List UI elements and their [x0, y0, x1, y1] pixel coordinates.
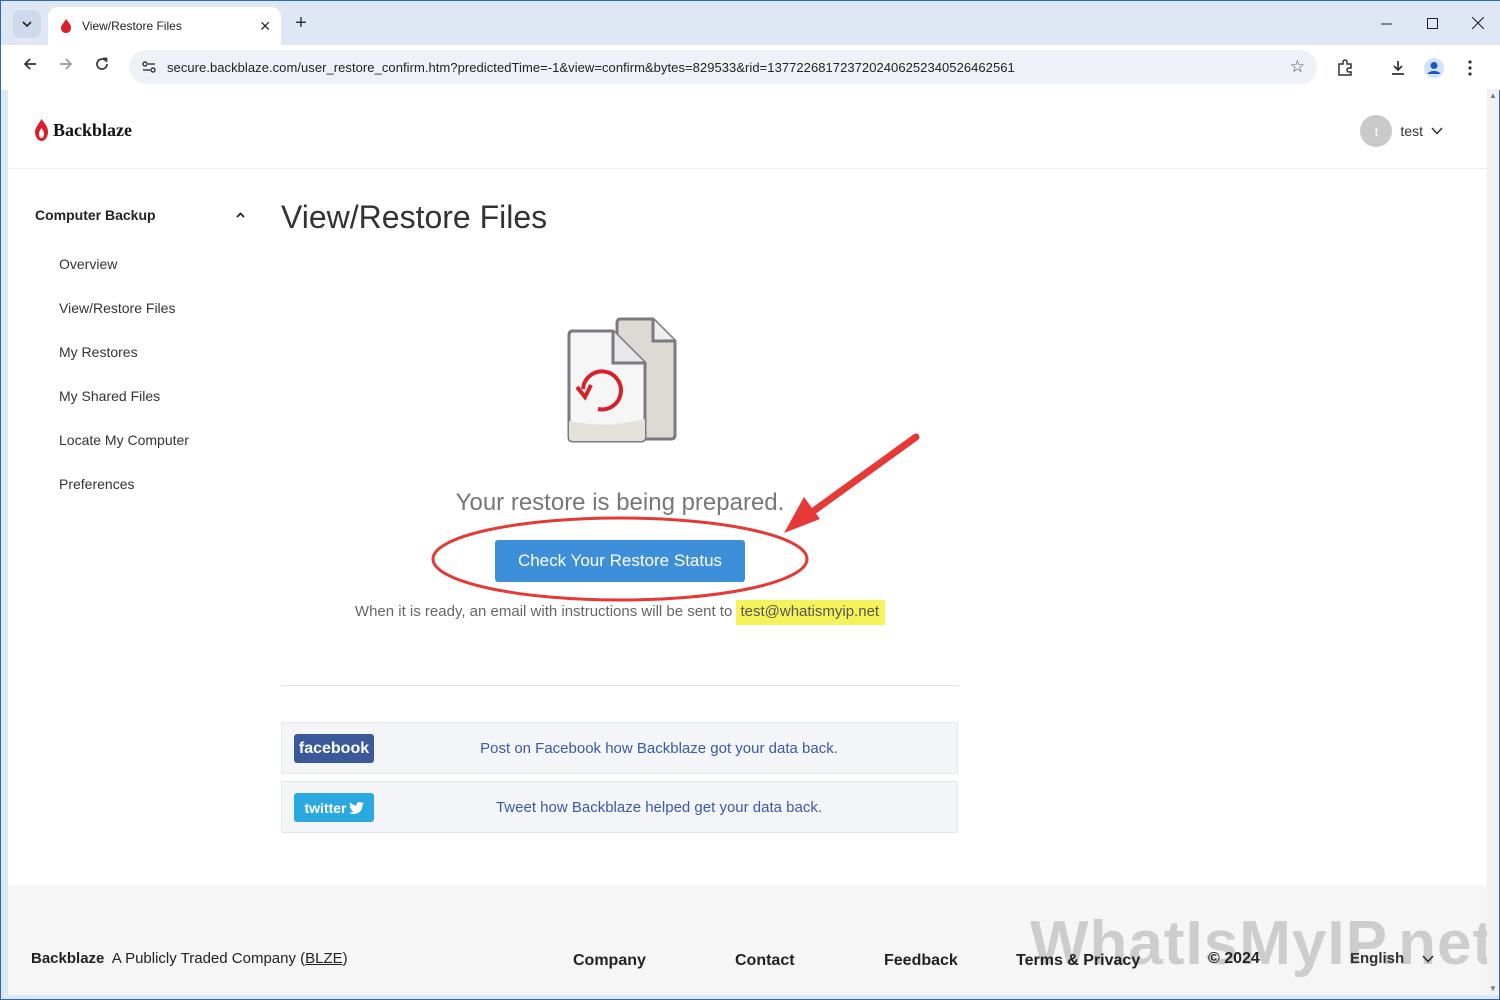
more-menu-icon[interactable]	[1457, 55, 1483, 81]
share-facebook-link[interactable]: Post on Facebook how Backblaze got your …	[374, 740, 944, 757]
sidebar-item-preferences[interactable]: Preferences	[59, 476, 134, 492]
footer-link-terms-privacy[interactable]: Terms & Privacy	[1016, 952, 1140, 970]
footer-tagline-suffix: )	[342, 950, 348, 967]
minimize-icon[interactable]	[1363, 1, 1409, 45]
email-notice-text: When it is ready, an email with instruct…	[354, 603, 733, 620]
twitter-bird-icon	[348, 801, 364, 814]
share-twitter-row[interactable]: twitter Tweet how Backblaze helped get y…	[281, 781, 958, 833]
language-label: English	[1350, 950, 1405, 967]
site-header: Backblaze t test	[8, 89, 1487, 169]
browser-toolbar: secure.backblaze.com/user_restore_confir…	[1, 45, 1500, 90]
page-scrollbar[interactable]: ▲ ▼	[1487, 89, 1499, 995]
footer: WhatIsMyIP.net Backblaze A Publicly Trad…	[8, 885, 1487, 995]
sidebar-item-my-restores[interactable]: My Restores	[59, 344, 138, 360]
tab-search-button[interactable]	[13, 10, 41, 38]
footer-brand-name: Backblaze	[31, 950, 105, 967]
chevron-up-icon	[236, 212, 245, 218]
twitter-badge-label: twitter	[304, 799, 347, 816]
sidebar-item-overview[interactable]: Overview	[59, 256, 117, 272]
close-icon[interactable]: ✕	[259, 18, 271, 35]
twitter-badge: twitter	[294, 793, 374, 822]
close-window-icon[interactable]	[1455, 1, 1500, 45]
email-notice: When it is ready, an email with instruct…	[281, 600, 959, 625]
chevron-down-icon	[22, 21, 32, 27]
sidebar-item-locate-my-computer[interactable]: Locate My Computer	[59, 432, 189, 448]
window-controls	[1363, 1, 1500, 45]
reload-icon[interactable]	[89, 55, 115, 81]
scroll-down-icon[interactable]: ▼	[1489, 984, 1497, 993]
footer-brand: Backblaze A Publicly Traded Company (BLZ…	[31, 950, 348, 967]
sidebar-section-computer-backup[interactable]: Computer Backup	[35, 207, 245, 223]
web-page: Backblaze t test Computer Backup Overvie…	[8, 89, 1487, 995]
share-facebook-row[interactable]: facebook Post on Facebook how Backblaze …	[281, 722, 958, 774]
chevron-down-icon	[1431, 127, 1443, 135]
bookmark-star-icon[interactable]: ☆	[1290, 57, 1305, 77]
check-restore-status-button[interactable]: Check Your Restore Status	[495, 540, 745, 582]
restore-preparing-text: Your restore is being prepared.	[455, 489, 785, 516]
avatar: t	[1360, 115, 1393, 147]
tab-strip: View/Restore Files ✕ +	[1, 1, 1500, 45]
user-menu[interactable]: t test	[1360, 115, 1443, 147]
tab-title: View/Restore Files	[82, 19, 182, 33]
backblaze-logo[interactable]: Backblaze	[34, 119, 132, 141]
maximize-icon[interactable]	[1409, 1, 1455, 45]
annotation-overlay	[431, 433, 920, 602]
backblaze-flame-icon	[35, 119, 48, 141]
site-info-icon[interactable]	[141, 59, 157, 75]
footer-link-company[interactable]: Company	[573, 952, 646, 970]
facebook-badge: facebook	[294, 734, 374, 763]
forward-arrow-icon[interactable]	[53, 55, 79, 81]
footer-link-contact[interactable]: Contact	[735, 952, 795, 970]
footer-tagline-prefix: A Publicly Traded Company (	[111, 950, 306, 967]
email-address: test@whatismyip.net	[736, 600, 886, 625]
divider	[281, 685, 959, 686]
sidebar-section-label: Computer Backup	[35, 207, 156, 223]
sidebar-item-my-shared-files[interactable]: My Shared Files	[59, 388, 160, 404]
download-icon[interactable]	[1385, 55, 1411, 81]
language-selector[interactable]: English	[1350, 950, 1434, 967]
scroll-up-icon[interactable]: ▲	[1489, 91, 1497, 100]
backblaze-flame-icon	[61, 19, 71, 33]
url-text: secure.backblaze.com/user_restore_confir…	[167, 59, 1015, 75]
chevron-down-icon	[1422, 955, 1434, 963]
address-bar[interactable]: secure.backblaze.com/user_restore_confir…	[129, 50, 1317, 84]
tab-active[interactable]: View/Restore Files ✕	[48, 7, 281, 45]
share-twitter-link[interactable]: Tweet how Backblaze helped get your data…	[374, 799, 944, 816]
footer-ticker-link[interactable]: BLZE	[305, 950, 343, 967]
logo-text: Backblaze	[53, 119, 132, 140]
sidebar-item-view-restore-files[interactable]: View/Restore Files	[59, 300, 175, 316]
new-tab-button[interactable]: +	[289, 11, 313, 35]
profile-icon[interactable]	[1421, 55, 1447, 81]
restore-document-icon	[567, 317, 677, 443]
back-arrow-icon[interactable]	[17, 55, 43, 81]
page-title: View/Restore Files	[281, 199, 548, 235]
footer-copyright: © 2024	[1208, 950, 1260, 967]
footer-link-feedback[interactable]: Feedback	[884, 952, 958, 970]
user-name: test	[1400, 123, 1423, 139]
extensions-icon[interactable]	[1332, 55, 1358, 81]
